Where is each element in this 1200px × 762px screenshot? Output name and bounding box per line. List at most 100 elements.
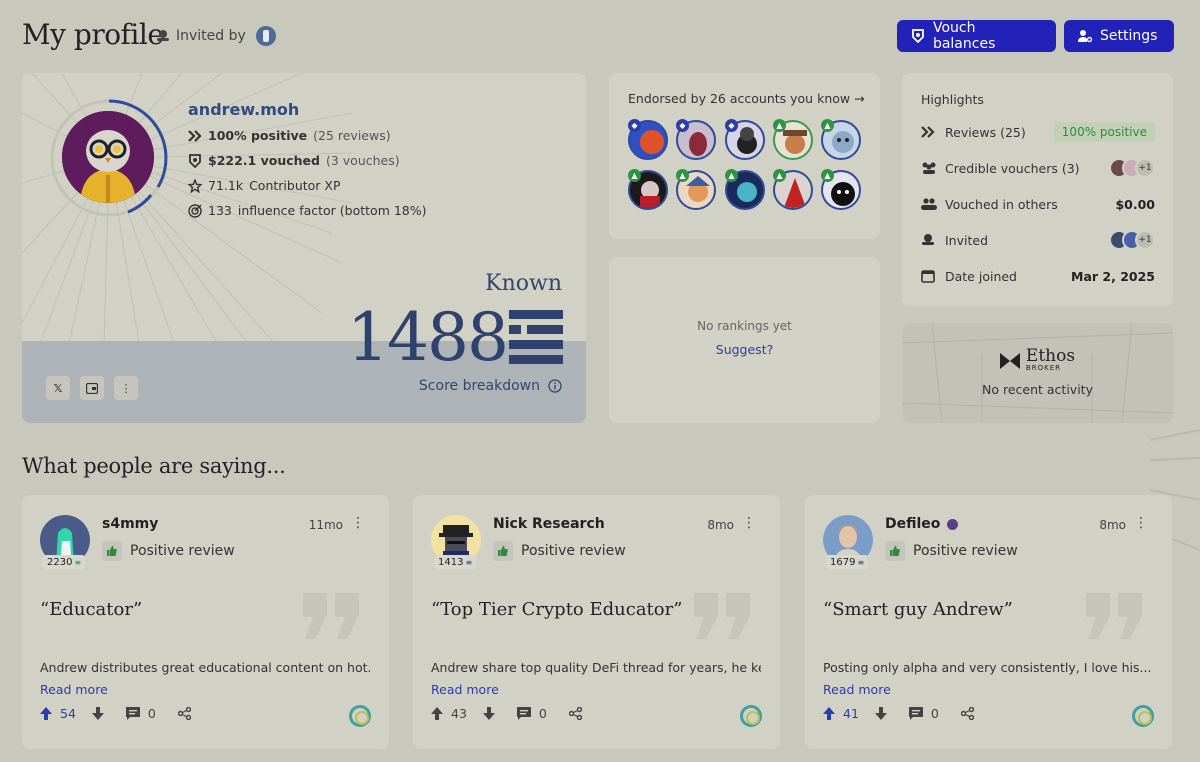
- score-level: Known: [485, 271, 562, 296]
- reviewer-name[interactable]: Defileo: [885, 516, 959, 532]
- review-actions: 54 0: [40, 706, 191, 721]
- review-type: Positive review: [885, 541, 1018, 561]
- highlights-card: Highlights Reviews (25) 100% positive Cr…: [902, 73, 1173, 306]
- read-more-link[interactable]: Read more: [431, 682, 499, 697]
- highlight-label: Vouched in others: [945, 196, 1058, 212]
- xp-value: 71.1k: [208, 178, 244, 193]
- invited-by: Invited by: [156, 26, 276, 46]
- highlight-vouchers[interactable]: Credible vouchers (3) +1: [921, 158, 1155, 178]
- invited-icon: [157, 30, 169, 41]
- reviewer-score-value: 1413: [438, 556, 464, 568]
- vouched-amount: $222.1 vouched: [208, 153, 320, 168]
- reviewer-score: 1679 ≡: [826, 555, 869, 569]
- more-options-button[interactable]: ⋮: [114, 376, 138, 400]
- review-type: Positive review: [102, 541, 235, 561]
- comment-count: 0: [538, 706, 547, 721]
- more-vertical-icon[interactable]: ⋮: [742, 515, 756, 531]
- read-more-link[interactable]: Read more: [40, 682, 108, 697]
- more-count: +1: [1135, 230, 1155, 250]
- highlight-label: Date joined: [945, 268, 1017, 284]
- reviewer-name[interactable]: Nick Research: [493, 516, 605, 532]
- highlight-invited[interactable]: Invited +1: [921, 230, 1155, 250]
- review-time: 8mo: [1099, 518, 1126, 532]
- username[interactable]: andrew.moh: [188, 100, 299, 119]
- comment-icon[interactable]: [908, 707, 923, 720]
- highlight-vouched-others[interactable]: Vouched in others $0.00: [921, 194, 1155, 214]
- reviewer-score-value: 2230: [47, 556, 73, 568]
- endorsed-title[interactable]: Endorsed by 26 accounts you know →: [628, 91, 865, 106]
- share-icon[interactable]: [568, 707, 582, 720]
- rankings-card: No rankings yet Suggest?: [609, 257, 880, 423]
- comment-count: 0: [930, 706, 939, 721]
- influence-stat: 133 influence factor (bottom 18%): [188, 203, 427, 218]
- ethereum-chain-icon[interactable]: [740, 705, 762, 727]
- comment-icon[interactable]: [125, 707, 140, 720]
- review-quote: “Top Tier Crypto Educator”: [431, 599, 683, 620]
- no-recent-activity: No recent activity: [982, 382, 1093, 397]
- x-icon: 𝕏: [53, 381, 63, 395]
- thumbs-up-badge-icon: ▲: [725, 169, 738, 182]
- score-bars-icon: ≡: [857, 557, 865, 567]
- highlight-label: Credible vouchers (3): [945, 160, 1080, 176]
- reviewer-name[interactable]: s4mmy: [102, 516, 158, 532]
- voucher-avatars[interactable]: +1: [1109, 158, 1155, 178]
- more-vertical-icon[interactable]: ⋮: [351, 515, 365, 531]
- profile-avatar[interactable]: [62, 111, 154, 203]
- score-value: 1488: [347, 299, 509, 376]
- calendar-icon: [921, 270, 935, 283]
- downvote-icon[interactable]: [91, 707, 104, 720]
- info-icon[interactable]: [548, 379, 562, 393]
- quote-mark-icon: [1086, 593, 1142, 639]
- review-body: Andrew distributes great educational con…: [40, 660, 370, 675]
- score-breakdown-link[interactable]: Score breakdown: [419, 378, 562, 394]
- highlight-label: Reviews (25): [945, 124, 1026, 140]
- vouched-count: (3 vouches): [325, 153, 400, 168]
- review-card[interactable]: 1679 ≡ Defileo 8mo ⋮ Positive review “Sma…: [805, 495, 1172, 749]
- positive-stat: 100% positive (25 reviews): [188, 128, 391, 143]
- settings-button[interactable]: Settings: [1064, 20, 1174, 52]
- influence-label: influence factor (bottom 18%): [237, 203, 427, 218]
- verified-icon: [947, 518, 959, 530]
- downvote-icon[interactable]: [482, 707, 495, 720]
- vouch-balances-button[interactable]: Vouch balances: [897, 20, 1056, 52]
- score-bars-icon: ≡: [74, 557, 82, 567]
- reviewer-score-value: 1679: [830, 556, 856, 568]
- vouchers-icon: [922, 162, 936, 174]
- upvote-icon[interactable]: [431, 707, 443, 720]
- highlight-label: Invited: [945, 232, 989, 248]
- bowtie-icon: [999, 352, 1020, 369]
- reviews-icon: [921, 126, 935, 138]
- review-card[interactable]: 2230 ≡ s4mmy 11mo ⋮ Positive review “Educ…: [22, 495, 389, 749]
- broker-background: [902, 323, 1173, 423]
- review-type-label: Positive review: [130, 543, 235, 559]
- share-icon[interactable]: [177, 707, 191, 720]
- share-icon[interactable]: [960, 707, 974, 720]
- more-vertical-icon[interactable]: ⋮: [1134, 515, 1148, 531]
- reviews-icon: [188, 129, 202, 142]
- comment-count: 0: [147, 706, 156, 721]
- xp-stat: 71.1k Contributor XP: [188, 178, 341, 193]
- downvote-icon[interactable]: [874, 707, 887, 720]
- invited-label: Invited by: [176, 28, 246, 44]
- inviter-avatar[interactable]: [255, 26, 276, 46]
- ethereum-chain-icon[interactable]: [349, 705, 371, 727]
- upvote-icon[interactable]: [823, 707, 835, 720]
- highlight-reviews[interactable]: Reviews (25) 100% positive: [921, 122, 1155, 142]
- broker-card[interactable]: Ethos BROKER No recent activity: [902, 323, 1173, 423]
- thumbs-up-badge-icon: ▲: [628, 169, 641, 182]
- review-card[interactable]: 1413 ≡ Nick Research 8mo ⋮ Positive revie…: [413, 495, 780, 749]
- ethereum-chain-icon[interactable]: [1132, 705, 1154, 727]
- invited-avatars[interactable]: +1: [1109, 230, 1155, 250]
- x-link-button[interactable]: 𝕏: [46, 376, 70, 400]
- suggest-link[interactable]: Suggest?: [609, 342, 880, 357]
- vouched-others-value: $0.00: [1115, 196, 1155, 212]
- endorsed-card[interactable]: Endorsed by 26 accounts you know → ◆ ◆ ◆…: [609, 73, 880, 239]
- comment-icon[interactable]: [516, 707, 531, 720]
- upvote-icon[interactable]: [40, 707, 52, 720]
- star-icon: [188, 178, 202, 193]
- wallet-button[interactable]: [80, 376, 104, 400]
- review-body: Posting only alpha and very consistently…: [823, 660, 1152, 675]
- thumbs-up-badge-icon: ▲: [821, 119, 834, 132]
- influence-value: 133: [208, 203, 232, 218]
- read-more-link[interactable]: Read more: [823, 682, 891, 697]
